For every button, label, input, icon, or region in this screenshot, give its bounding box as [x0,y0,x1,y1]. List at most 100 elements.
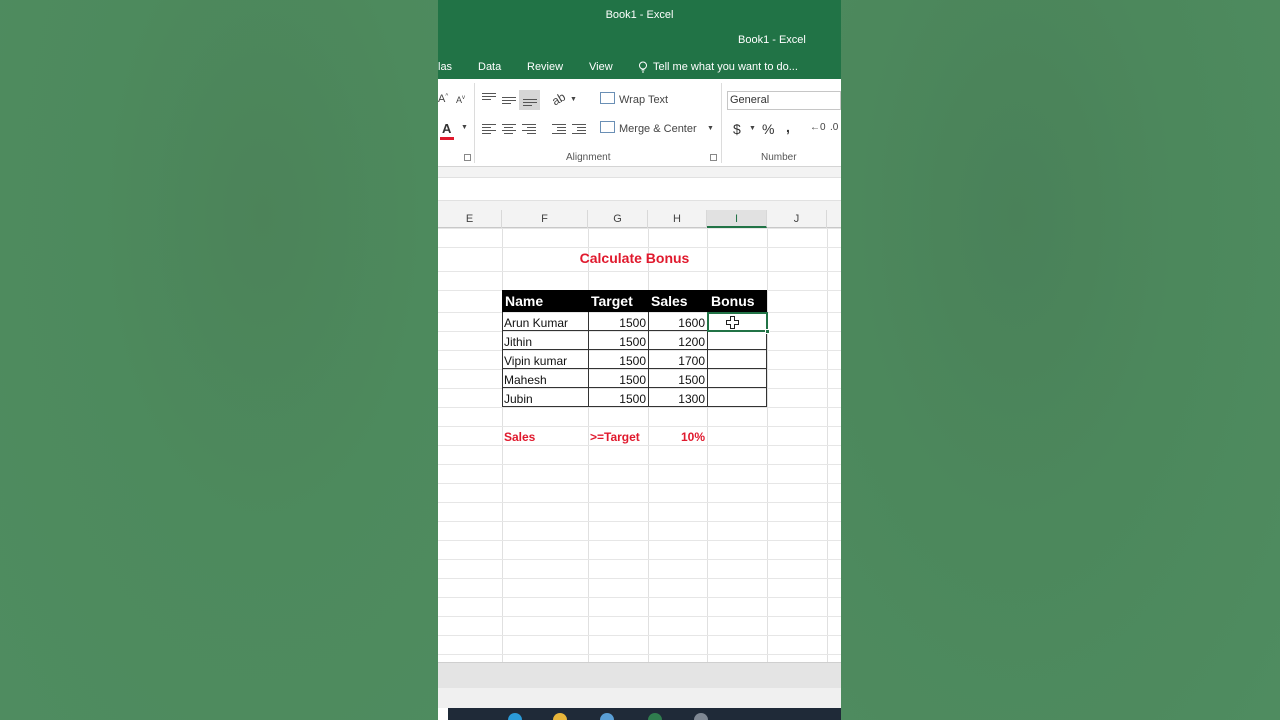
excel-icon[interactable] [648,713,662,720]
gridline [438,635,841,636]
worksheet-grid[interactable]: Calculate Bonus Name Target Sales Bonus … [438,228,841,662]
sheet-title[interactable]: Calculate Bonus [502,250,767,269]
tab-view[interactable]: View [589,61,613,73]
tell-me-search[interactable]: Tell me what you want to do... [638,61,798,73]
gridline [438,247,841,248]
header-bonus[interactable]: Bonus [711,293,755,309]
formula-bar[interactable] [438,177,841,201]
cell-name[interactable]: Vipin kumar [504,354,588,368]
merge-center-button[interactable]: Merge & Center [619,123,697,135]
decrease-decimal-icon[interactable]: .0 [830,122,838,133]
cell-name[interactable]: Jubin [504,392,588,406]
decrease-font-icon[interactable]: Av [456,95,465,105]
chevron-down-icon[interactable]: ▼ [707,125,714,132]
tab-formulas[interactable]: las [438,61,452,73]
condition-operator[interactable]: >=Target [590,430,650,444]
cell-cursor-icon [726,316,739,329]
column-header-k[interactable] [827,210,841,228]
tab-review[interactable]: Review [527,61,563,73]
increase-decimal-icon[interactable]: ←0 [810,122,826,133]
gridline [438,540,841,541]
cell-sales[interactable]: 1600 [648,316,707,330]
increase-indent-icon[interactable] [572,124,586,136]
increase-font-icon[interactable]: A^ [438,93,448,105]
cell-name[interactable]: Mahesh [504,373,588,387]
font-dialog-launcher-icon[interactable] [464,154,471,161]
comma-style-button[interactable]: , [786,119,790,135]
header-target[interactable]: Target [591,293,633,309]
percent-button[interactable]: % [762,121,774,137]
cell-sales[interactable]: 1500 [648,373,707,387]
column-header-j[interactable]: J [767,210,827,228]
app-icon[interactable] [694,713,708,720]
table-border [503,387,766,388]
gridline [438,483,841,484]
cell-target[interactable]: 1500 [588,354,648,368]
gridline [438,578,841,579]
column-header-f[interactable]: F [502,210,588,228]
blurred-background-right [841,0,1280,720]
cell-sales[interactable]: 1200 [648,335,707,349]
header-sales[interactable]: Sales [651,293,688,309]
gridline [438,502,841,503]
font-color-button[interactable]: A [440,121,454,140]
column-header-g[interactable]: G [588,210,648,228]
column-header-h[interactable]: H [648,210,707,228]
wrap-text-button[interactable]: Wrap Text [619,94,668,106]
title-bar: Book1 - Excel Book1 - Excel las Data Rev… [438,0,841,79]
cell-target[interactable]: 1500 [588,392,648,406]
fill-handle[interactable] [765,329,770,334]
align-left-icon[interactable] [482,124,496,136]
cell-sales[interactable]: 1700 [648,354,707,368]
tab-data[interactable]: Data [478,61,501,73]
chevron-down-icon[interactable]: ▼ [461,124,468,131]
gridline [438,654,841,655]
status-bar [438,688,841,708]
align-right-icon[interactable] [522,124,536,136]
gridline [438,597,841,598]
window-title: Book1 - Excel [605,9,674,21]
currency-button[interactable]: $ [733,121,741,137]
cell-target[interactable]: 1500 [588,335,648,349]
top-align-icon[interactable] [482,93,496,102]
store-icon[interactable] [600,713,614,720]
gridline [438,407,841,408]
column-header-i[interactable]: I [707,210,767,228]
gridline [438,559,841,560]
gridline [438,464,841,465]
alignment-dialog-launcher-icon[interactable] [710,154,717,161]
middle-align-icon[interactable] [502,97,516,106]
lightbulb-icon [639,61,647,73]
gridline [438,521,841,522]
condition-field[interactable]: Sales [504,430,588,444]
number-format-select[interactable]: General [727,91,841,110]
chevron-down-icon[interactable]: ▼ [749,125,756,132]
cell-target[interactable]: 1500 [588,373,648,387]
table-border [503,349,766,350]
merge-center-icon [600,121,615,133]
cell-name[interactable]: Arun Kumar [504,316,588,330]
cell-target[interactable]: 1500 [588,316,648,330]
header-name[interactable]: Name [505,293,543,309]
edge-icon[interactable] [508,713,522,720]
orientation-icon[interactable]: ab [549,90,568,109]
decrease-indent-icon[interactable] [552,124,566,136]
bottom-align-icon [523,99,537,108]
file-explorer-icon[interactable] [553,713,567,720]
gridline [438,616,841,617]
condition-rate[interactable]: 10% [648,430,707,444]
divider [721,83,722,163]
window-title-secondary: Book1 - Excel [738,34,806,46]
excel-window: Book1 - Excel Book1 - Excel las Data Rev… [438,0,841,720]
gridline [438,445,841,446]
align-center-icon[interactable] [502,124,516,136]
taskbar [448,708,841,720]
chevron-down-icon[interactable]: ▼ [570,96,577,103]
table-border [503,368,766,369]
number-group-label: Number [761,152,797,163]
cell-name[interactable]: Jithin [504,335,588,349]
cell-sales[interactable]: 1300 [648,392,707,406]
bottom-align-button[interactable] [519,90,540,110]
blurred-background-left [0,0,438,720]
column-header-e[interactable]: E [438,210,502,228]
